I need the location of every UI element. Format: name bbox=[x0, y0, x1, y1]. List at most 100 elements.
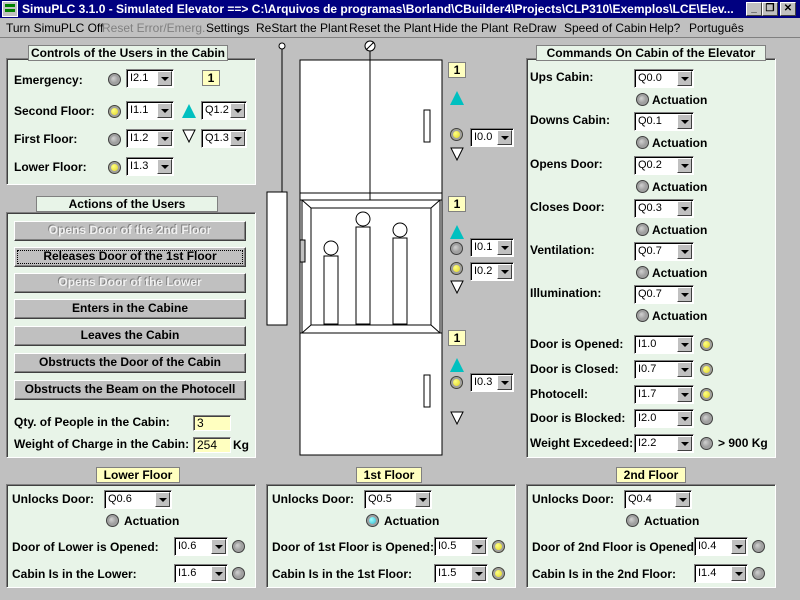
releases-door-1st-floor-button[interactable]: Releases Door of the 1st Floor bbox=[14, 247, 246, 267]
menu-hide-plant[interactable]: Hide the Plant bbox=[433, 21, 508, 35]
chevron-down-icon[interactable] bbox=[230, 103, 245, 118]
ups-cabin-actuation-led[interactable] bbox=[636, 93, 649, 106]
chevron-down-icon[interactable] bbox=[677, 287, 692, 302]
menu-settings[interactable]: Settings bbox=[206, 21, 249, 35]
chevron-down-icon[interactable] bbox=[677, 436, 692, 451]
menu-help[interactable]: Help? bbox=[649, 21, 680, 35]
opens-door-output-select[interactable]: Q0.2 bbox=[634, 156, 694, 175]
floor-1st-opened-led[interactable] bbox=[492, 540, 505, 553]
emergency-led[interactable] bbox=[108, 73, 121, 86]
weight-excedeed-led[interactable] bbox=[700, 437, 713, 450]
menu-portugues[interactable]: Português bbox=[689, 21, 744, 35]
door-is-blocked-input-select[interactable]: I2.0 bbox=[634, 409, 694, 428]
floor-lower-actuation-led[interactable] bbox=[106, 514, 119, 527]
chevron-down-icon[interactable] bbox=[230, 131, 245, 146]
chevron-down-icon[interactable] bbox=[211, 566, 226, 581]
floor-lower-cabin-select[interactable]: I1.6 bbox=[174, 564, 228, 583]
door-is-opened-led[interactable] bbox=[700, 338, 713, 351]
menu-speed-of-cabin[interactable]: Speed of Cabin bbox=[564, 21, 647, 35]
app-icon[interactable] bbox=[2, 1, 18, 17]
closes-door-actuation-led[interactable] bbox=[636, 223, 649, 236]
chevron-down-icon[interactable] bbox=[497, 375, 512, 390]
emergency-input-select[interactable]: I2.1 bbox=[126, 69, 174, 88]
closes-door-output-select[interactable]: Q0.3 bbox=[634, 199, 694, 218]
weight-excedeed-input-select[interactable]: I2.2 bbox=[634, 434, 694, 453]
chevron-down-icon[interactable] bbox=[677, 114, 692, 129]
chevron-down-icon[interactable] bbox=[157, 103, 172, 118]
minimize-button[interactable]: _ bbox=[746, 2, 762, 16]
floor-1st-opened-select[interactable]: I0.5 bbox=[434, 537, 488, 556]
first-floor-output-select[interactable]: Q1.3 bbox=[201, 129, 247, 148]
downs-cabin-output-select[interactable]: Q0.1 bbox=[634, 112, 694, 131]
floor-lower-unlock-select[interactable]: Q0.6 bbox=[104, 490, 172, 509]
chevron-down-icon[interactable] bbox=[157, 71, 172, 86]
floor-2nd-opened-led[interactable] bbox=[752, 540, 765, 553]
chevron-down-icon[interactable] bbox=[677, 411, 692, 426]
floor-lower-opened-select[interactable]: I0.6 bbox=[174, 537, 228, 556]
close-button[interactable]: ✕ bbox=[780, 2, 796, 16]
ups-cabin-output-select[interactable]: Q0.0 bbox=[634, 69, 694, 88]
floor-2nd-opened-select[interactable]: I0.4 bbox=[694, 537, 748, 556]
floor-1st-unlock-select[interactable]: Q0.5 bbox=[364, 490, 432, 509]
chevron-down-icon[interactable] bbox=[497, 130, 512, 145]
floor-lower-cabin-led[interactable] bbox=[232, 567, 245, 580]
chevron-down-icon[interactable] bbox=[415, 492, 430, 507]
floor-2nd-cabin-select[interactable]: I1.4 bbox=[694, 564, 748, 583]
chevron-down-icon[interactable] bbox=[157, 159, 172, 174]
chevron-down-icon[interactable] bbox=[497, 264, 512, 279]
opens-door-lower-button[interactable]: Opens Door of the Lower bbox=[14, 273, 246, 293]
illumination-output-select[interactable]: Q0.7 bbox=[634, 285, 694, 304]
enters-cabin-button[interactable]: Enters in the Cabine bbox=[14, 299, 246, 319]
floor2-led-b[interactable] bbox=[450, 262, 463, 275]
floor2-input-select-b[interactable]: I0.2 bbox=[470, 262, 514, 281]
chevron-down-icon[interactable] bbox=[497, 240, 512, 255]
floor-1st-cabin-led[interactable] bbox=[492, 567, 505, 580]
lower-floor-led[interactable] bbox=[108, 161, 121, 174]
chevron-down-icon[interactable] bbox=[157, 131, 172, 146]
floor1-led[interactable] bbox=[450, 376, 463, 389]
door-is-blocked-led[interactable] bbox=[700, 412, 713, 425]
chevron-down-icon[interactable] bbox=[211, 539, 226, 554]
photocell-led[interactable] bbox=[700, 388, 713, 401]
first-floor-led[interactable] bbox=[108, 133, 121, 146]
first-floor-input-select[interactable]: I1.2 bbox=[126, 129, 174, 148]
chevron-down-icon[interactable] bbox=[731, 539, 746, 554]
floor-1st-actuation-led[interactable] bbox=[366, 514, 379, 527]
opens-door-actuation-led[interactable] bbox=[636, 180, 649, 193]
photocell-input-select[interactable]: I1.7 bbox=[634, 385, 694, 404]
floor3-led[interactable] bbox=[450, 128, 463, 141]
weight-field[interactable]: 254 bbox=[193, 437, 231, 453]
obstructs-beam-button[interactable]: Obstructs the Beam on the Photocell bbox=[14, 380, 246, 400]
floor-lower-opened-led[interactable] bbox=[232, 540, 245, 553]
second-floor-input-select[interactable]: I1.1 bbox=[126, 101, 174, 120]
menu-restart-plant[interactable]: ReStart the Plant bbox=[256, 21, 347, 35]
chevron-down-icon[interactable] bbox=[677, 201, 692, 216]
lower-floor-input-select[interactable]: I1.3 bbox=[126, 157, 174, 176]
ventilation-output-select[interactable]: Q0.7 bbox=[634, 242, 694, 261]
restore-button[interactable]: ❐ bbox=[762, 2, 778, 16]
door-is-closed-led[interactable] bbox=[700, 363, 713, 376]
chevron-down-icon[interactable] bbox=[155, 492, 170, 507]
chevron-down-icon[interactable] bbox=[677, 71, 692, 86]
floor-2nd-cabin-led[interactable] bbox=[752, 567, 765, 580]
floor-2nd-unlock-select[interactable]: Q0.4 bbox=[624, 490, 692, 509]
chevron-down-icon[interactable] bbox=[677, 362, 692, 377]
chevron-down-icon[interactable] bbox=[677, 337, 692, 352]
chevron-down-icon[interactable] bbox=[471, 566, 486, 581]
floor-1st-cabin-select[interactable]: I1.5 bbox=[434, 564, 488, 583]
chevron-down-icon[interactable] bbox=[677, 158, 692, 173]
qty-people-field[interactable]: 3 bbox=[193, 415, 231, 431]
chevron-down-icon[interactable] bbox=[471, 539, 486, 554]
door-is-closed-input-select[interactable]: I0.7 bbox=[634, 360, 694, 379]
floor3-input-select[interactable]: I0.0 bbox=[470, 128, 514, 147]
opens-door-2nd-floor-button[interactable]: Opens Door of the 2nd Floor bbox=[14, 221, 246, 241]
floor2-led-a[interactable] bbox=[450, 242, 463, 255]
floor1-input-select[interactable]: I0.3 bbox=[470, 373, 514, 392]
menu-redraw[interactable]: ReDraw bbox=[513, 21, 556, 35]
chevron-down-icon[interactable] bbox=[677, 244, 692, 259]
illumination-actuation-led[interactable] bbox=[636, 309, 649, 322]
ventilation-actuation-led[interactable] bbox=[636, 266, 649, 279]
menu-reset-error[interactable]: Reset Error/Emerg. bbox=[102, 21, 205, 35]
second-floor-output-select[interactable]: Q1.2 bbox=[201, 101, 247, 120]
chevron-down-icon[interactable] bbox=[675, 492, 690, 507]
